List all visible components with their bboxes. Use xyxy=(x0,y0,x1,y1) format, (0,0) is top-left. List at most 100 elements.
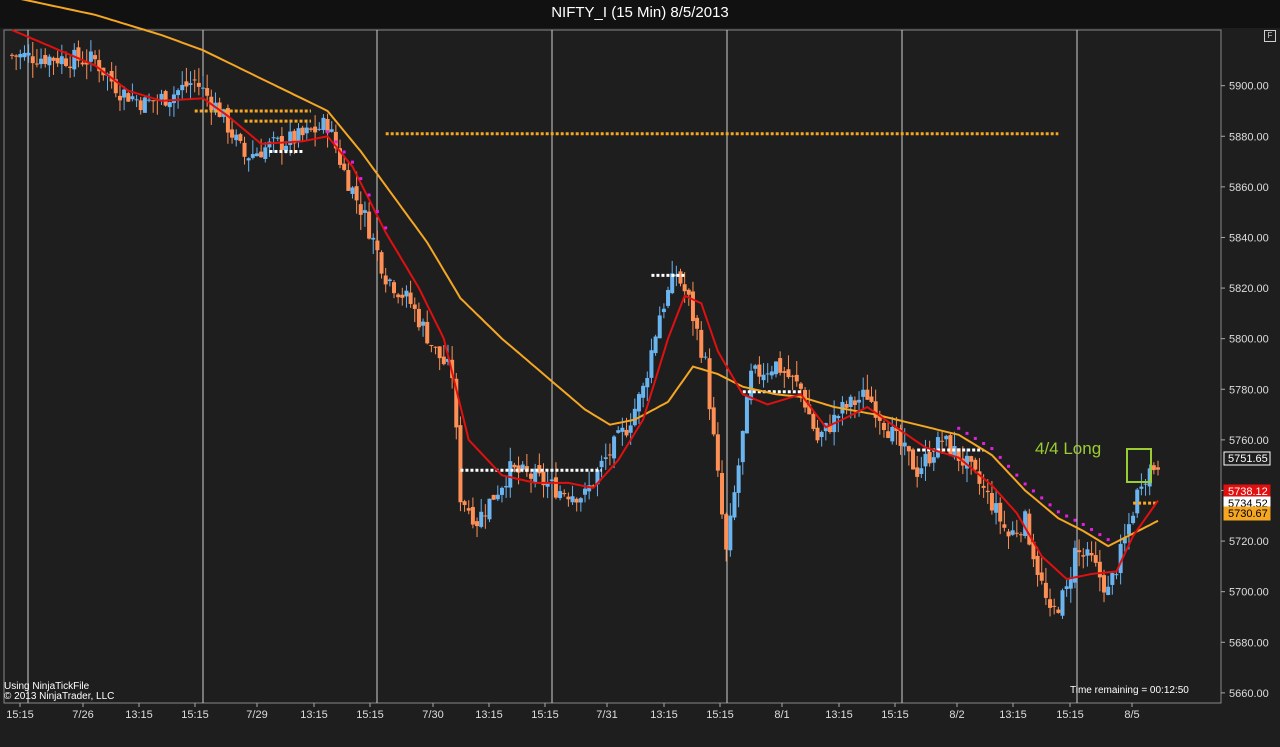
candle-body xyxy=(699,329,704,358)
candle-body xyxy=(408,292,413,304)
candle-body xyxy=(308,128,313,130)
trend-dot xyxy=(334,140,338,144)
candle-body xyxy=(724,514,729,550)
candle-body xyxy=(1068,578,1073,589)
candle-body xyxy=(350,187,355,194)
candle-body xyxy=(163,91,168,106)
candle-body xyxy=(205,88,210,96)
x-tick-label: 13:15 xyxy=(999,709,1027,721)
y-tick-label: 5840.00 xyxy=(1229,232,1269,244)
candle-body xyxy=(981,485,986,488)
candle-body xyxy=(1131,515,1136,524)
y-tick-label: 5900.00 xyxy=(1229,81,1269,93)
candle-body xyxy=(358,204,363,215)
x-tick-label: 15:15 xyxy=(6,709,34,721)
candle-body xyxy=(34,63,39,65)
candle-body xyxy=(969,456,974,462)
annotation-label: 4/4 Long xyxy=(1035,439,1101,458)
candle-body xyxy=(63,58,68,66)
x-tick-label: 15:15 xyxy=(881,709,909,721)
candle-body xyxy=(1052,605,1057,607)
candle-body xyxy=(483,515,488,517)
candle-body xyxy=(138,100,143,111)
price-marker-label: 5738.12 xyxy=(1228,486,1268,498)
candle-body xyxy=(641,385,646,398)
candle-body xyxy=(769,371,774,376)
x-tick-label: 7/26 xyxy=(72,709,93,721)
plot-area xyxy=(3,29,1222,704)
candle-body xyxy=(529,473,534,479)
candle-body xyxy=(919,468,924,475)
trend-dot xyxy=(342,150,346,154)
x-tick-label: 7/31 xyxy=(596,709,617,721)
candle-body xyxy=(416,308,421,328)
candle-body xyxy=(93,55,98,60)
candle-body xyxy=(720,473,725,515)
candle-body xyxy=(1085,549,1090,556)
candle-body xyxy=(599,460,604,468)
candle-body xyxy=(703,356,708,358)
x-tick-label: 15:15 xyxy=(706,709,734,721)
x-tick-label: 7/29 xyxy=(246,709,267,721)
trend-dot xyxy=(1098,533,1102,537)
candle-body xyxy=(948,435,953,456)
candle-body xyxy=(628,425,633,433)
candle-body xyxy=(1156,467,1160,470)
candle-body xyxy=(72,49,77,70)
trend-dot xyxy=(367,193,371,197)
candle-body xyxy=(940,440,945,442)
x-tick-label: 7/30 xyxy=(422,709,443,721)
candle-body xyxy=(790,375,795,377)
candle-body xyxy=(329,129,334,132)
candle-body xyxy=(321,117,326,131)
candle-body xyxy=(254,153,259,157)
candle-body xyxy=(583,488,587,495)
y-axis: 5660.005680.005700.005720.005740.005760.… xyxy=(1221,81,1269,700)
candle-body xyxy=(180,84,185,91)
candle-body xyxy=(342,163,347,170)
candle-body xyxy=(400,294,405,298)
candle-body xyxy=(690,291,695,322)
candle-body xyxy=(441,356,446,365)
candle-body xyxy=(512,464,517,468)
candle-body xyxy=(728,515,733,551)
x-tick-label: 15:15 xyxy=(1056,709,1084,721)
candle-body xyxy=(624,429,629,436)
candle-body xyxy=(1110,573,1115,585)
trend-dot xyxy=(350,160,354,164)
candle-body xyxy=(570,496,575,503)
candle-body xyxy=(923,453,928,467)
candle-body xyxy=(88,51,93,62)
candle-body xyxy=(134,99,139,101)
candle-body xyxy=(176,90,181,96)
candle-body xyxy=(234,134,239,141)
candle-body xyxy=(682,284,687,292)
candle-body xyxy=(1035,555,1040,575)
candle-body xyxy=(508,461,513,488)
trend-dot xyxy=(326,130,330,134)
price-chart[interactable]: 5660.005680.005700.005720.005740.005760.… xyxy=(0,0,1280,747)
candle-body xyxy=(475,521,480,527)
candle-body xyxy=(1081,555,1086,557)
trend-dot xyxy=(375,209,379,213)
candle-body xyxy=(387,279,392,282)
candle-body xyxy=(171,94,176,104)
y-tick-label: 5660.00 xyxy=(1229,688,1269,700)
x-tick-label: 13:15 xyxy=(475,709,503,721)
candle-body xyxy=(715,434,720,471)
y-tick-label: 5860.00 xyxy=(1229,182,1269,194)
candle-body xyxy=(437,346,442,359)
x-tick-label: 8/2 xyxy=(949,709,964,721)
candle-body xyxy=(43,55,48,64)
candle-body xyxy=(196,82,201,87)
candle-body xyxy=(994,503,999,513)
candle-body xyxy=(553,477,558,498)
candle-body xyxy=(230,129,235,138)
candle-body xyxy=(429,344,434,346)
x-tick-label: 13:15 xyxy=(125,709,153,721)
y-tick-label: 5680.00 xyxy=(1229,637,1269,649)
candle-body xyxy=(794,374,799,382)
candle-body xyxy=(296,128,301,143)
candle-body xyxy=(1077,550,1082,553)
trend-dot xyxy=(1065,514,1069,518)
